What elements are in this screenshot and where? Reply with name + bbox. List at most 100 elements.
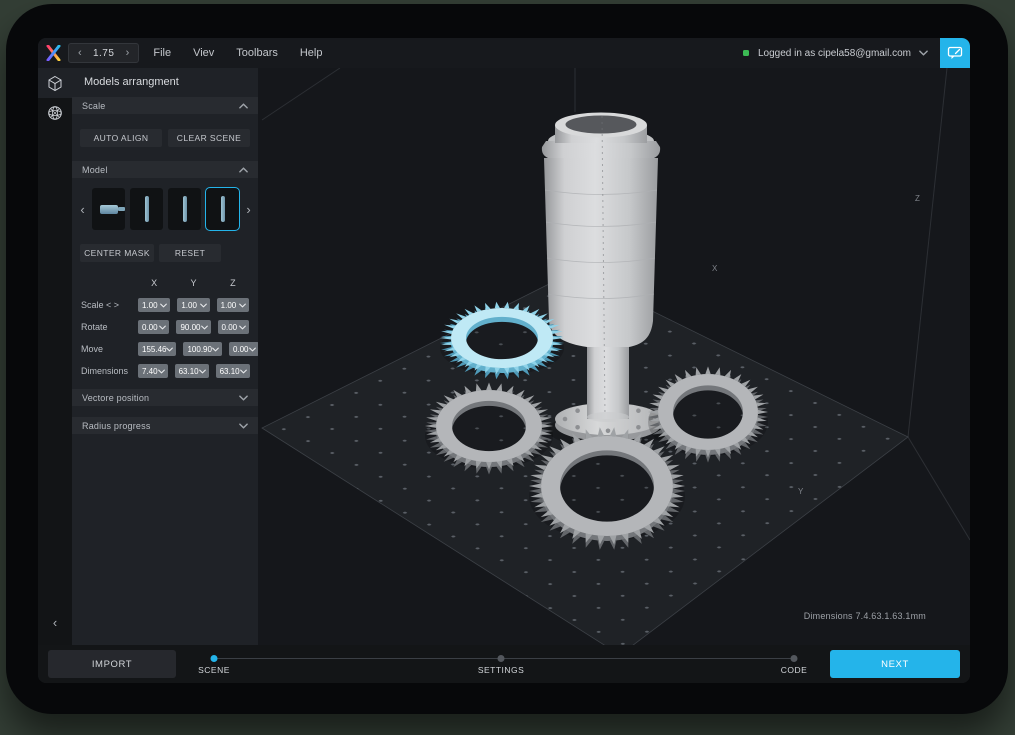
model-thumbnail-1[interactable] (92, 188, 125, 230)
menu-bar: File Viev Toolbars Help (153, 47, 322, 59)
chevron-down-icon (201, 325, 208, 330)
menu-toolbars[interactable]: Toolbars (236, 47, 278, 59)
stepper-prev-icon[interactable]: ‹ (78, 47, 82, 59)
axis-z-label: Z (915, 194, 920, 203)
tool-mesh-edit[interactable] (38, 98, 72, 128)
panel-title: Models arrangment (72, 68, 258, 97)
step-dot (211, 655, 218, 662)
next-button[interactable]: NEXT (830, 650, 960, 678)
select-value: 0.00 (222, 323, 238, 332)
reset-button[interactable]: RESET (159, 244, 221, 262)
app-window: ‹ 1.75 › File Viev Toolbars Help Logged … (38, 38, 970, 683)
select-value: 0.00 (233, 345, 249, 354)
select-value: 155.46 (142, 345, 166, 354)
dimensions-row: Dimensions7.4063.1063.10 (72, 364, 258, 378)
move-row: Move 155.46 100.90 0.00 (72, 342, 258, 356)
axes-header: X Y Z (72, 278, 258, 288)
rotate-row-label: Rotate (81, 322, 131, 332)
scale-row-label: Scale < > (81, 300, 131, 310)
select-value: 63.10 (220, 367, 240, 376)
feedback-button[interactable] (940, 38, 970, 68)
rotate-x-select[interactable]: 0.00 (138, 320, 169, 334)
select-value: 90.00 (180, 323, 200, 332)
step-label: CODE (781, 665, 808, 675)
axis-y-header: Y (177, 278, 209, 288)
step-label: SCENE (198, 665, 230, 675)
section-vector-position[interactable]: Vectore position (72, 389, 258, 406)
section-model-label: Model (82, 165, 108, 175)
nozzle-model-thumb (100, 205, 118, 214)
move-x-select[interactable]: 155.46 (138, 342, 176, 356)
section-radius-progress[interactable]: Radius progress (72, 417, 258, 434)
chevron-down-icon (199, 369, 206, 374)
chevron-down-icon (249, 347, 256, 352)
chevron-down-icon (239, 395, 248, 401)
rotate-row: Rotate 0.00 90.00 0.00 (72, 320, 258, 334)
rotate-y-select[interactable]: 90.00 (176, 320, 210, 334)
import-button[interactable]: IMPORT (48, 650, 176, 678)
scale-z-select[interactable]: 1.00 (217, 298, 249, 312)
spindle-model-thumb (221, 196, 225, 222)
section-scale[interactable]: Scale (72, 97, 258, 114)
auto-align-button[interactable]: AUTO ALIGN (80, 129, 162, 147)
cube-wireframe-icon (47, 75, 63, 92)
move-z-select[interactable]: 0.00 (229, 342, 259, 356)
section-vector-label: Vectore position (82, 393, 149, 403)
chevron-down-icon (200, 303, 207, 308)
axis-x-label: X (712, 264, 718, 273)
chevron-down-icon (239, 423, 248, 429)
carousel-next-button[interactable]: › (244, 202, 253, 217)
select-value: 1.00 (142, 301, 158, 310)
select-value: 0.00 (142, 323, 158, 332)
clear-scene-button[interactable]: CLEAR SCENE (168, 129, 250, 147)
select-value: 1.00 (221, 301, 237, 310)
model-thumbnail-4-selected[interactable] (206, 188, 239, 230)
dimensions-x-select[interactable]: 7.40 (138, 364, 168, 378)
step-label: SETTINGS (478, 665, 525, 675)
step-dot (498, 655, 505, 662)
menu-file[interactable]: File (153, 47, 171, 59)
spindle-model-thumb (145, 196, 149, 222)
rotate-z-select[interactable]: 0.00 (218, 320, 249, 334)
model-thumbnail-3[interactable] (168, 188, 201, 230)
move-y-select[interactable]: 100.90 (183, 342, 221, 356)
dimensions-z-select[interactable]: 63.10 (216, 364, 250, 378)
mesh-sphere-icon (47, 105, 63, 121)
dimensions-y-select[interactable]: 63.10 (175, 364, 209, 378)
filament-size-stepper[interactable]: ‹ 1.75 › (68, 43, 139, 63)
models-panel: Models arrangment Scale AUTO ALIGN CLEAR… (72, 68, 258, 645)
section-model[interactable]: Model (72, 161, 258, 178)
transform-rows: Scale < > 1.00 1.00 1.00 Rotate 0.00 90.00 0.00… (72, 298, 258, 378)
select-value: 63.10 (179, 367, 199, 376)
chevron-down-icon (239, 325, 246, 330)
move-row-label: Move (81, 344, 131, 354)
account-menu-button[interactable] (919, 50, 928, 56)
carousel-prev-button[interactable]: ‹ (78, 202, 87, 217)
model-thumbnail-2[interactable] (130, 188, 163, 230)
chevron-down-icon (159, 325, 166, 330)
scale-y-select[interactable]: 1.00 (177, 298, 209, 312)
app-logo-icon (38, 45, 68, 61)
scale-x-select[interactable]: 1.00 (138, 298, 170, 312)
scene-dimensions-label: Dimensions 7.4.63.1.63.1mm (804, 611, 926, 621)
chevron-up-icon (239, 167, 248, 173)
select-value: 1.00 (181, 301, 197, 310)
chat-edit-icon (947, 46, 963, 60)
scene-viewport[interactable]: X Z Y (258, 68, 970, 645)
menu-help[interactable]: Help (300, 47, 323, 59)
center-mask-button[interactable]: CENTER MASK (80, 244, 154, 262)
stepper-value: 1.75 (92, 48, 116, 59)
chevron-down-icon (239, 303, 246, 308)
tool-models-arrangement[interactable] (38, 68, 72, 98)
menu-view[interactable]: Viev (193, 47, 214, 59)
axis-x-header: X (138, 278, 170, 288)
axis-y-label: Y (798, 487, 804, 496)
stepper-next-icon[interactable]: › (126, 47, 130, 59)
chevron-down-icon (240, 369, 247, 374)
chevron-down-icon (166, 347, 173, 352)
top-bar: ‹ 1.75 › File Viev Toolbars Help Logged … (38, 38, 970, 68)
axis-z-header: Z (217, 278, 249, 288)
model-carousel: ‹ › (72, 178, 258, 240)
step-dot (791, 655, 798, 662)
collapse-sidebar-button[interactable]: ‹ (38, 605, 72, 639)
